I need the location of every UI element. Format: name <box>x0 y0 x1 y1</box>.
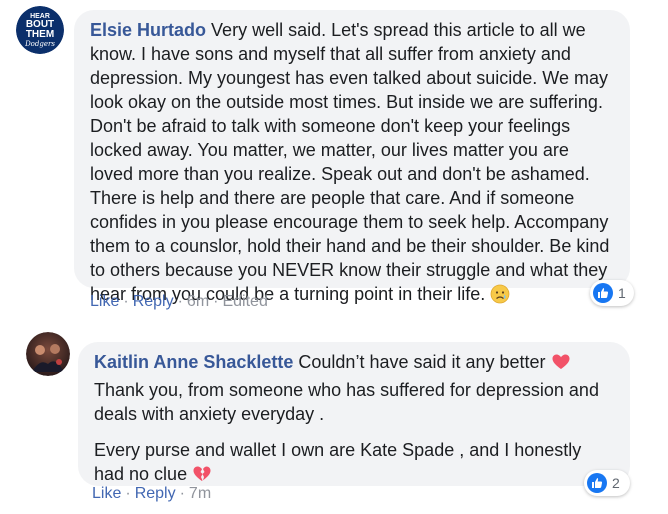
comment-bubble: Elsie Hurtado Very well said. Let's spre… <box>74 10 630 304</box>
avatar[interactable]: HEAR BOUT THEM Dodgers <box>16 6 64 54</box>
team-logo-icon: HEAR BOUT THEM Dodgers <box>16 6 64 54</box>
comment-bubble: Kaitlin Anne Shacklette Couldn’t have sa… <box>78 342 630 486</box>
timestamp[interactable]: 6m <box>187 293 209 310</box>
separator: · <box>177 293 183 310</box>
reaction-count[interactable]: 2 <box>584 470 630 496</box>
like-link[interactable]: Like <box>90 293 119 310</box>
separator: · <box>213 293 219 310</box>
like-link[interactable]: Like <box>92 485 121 502</box>
comment-body: Very well said. Let's spread this articl… <box>90 20 610 304</box>
avatar-text-4: Dodgers <box>24 40 55 48</box>
comment-first-line: Couldn’t have said it any better <box>298 352 546 372</box>
reply-link[interactable]: Reply <box>135 485 176 502</box>
comment-text-2: Every purse and wallet I own are Kate Sp… <box>94 438 614 490</box>
separator: · <box>179 485 185 502</box>
separator: · <box>123 293 129 310</box>
reaction-count-label: 1 <box>618 285 626 301</box>
reaction-count-label: 2 <box>612 475 620 491</box>
separator: · <box>125 485 131 502</box>
reaction-count[interactable]: 1 <box>590 280 634 306</box>
sad-tear-face-icon <box>490 284 510 310</box>
timestamp[interactable]: 7m <box>189 485 211 502</box>
edited-label[interactable]: Edited <box>222 293 267 310</box>
comment-body: Thank you, from someone who has suffered… <box>94 380 599 424</box>
comment-body-2: Every purse and wallet I own are Kate Sp… <box>94 440 582 484</box>
like-icon <box>587 473 607 493</box>
comment-author[interactable]: Kaitlin Anne Shacklette <box>94 352 293 372</box>
comment-text: Kaitlin Anne Shacklette Couldn’t have sa… <box>94 350 614 426</box>
profile-photo-icon <box>26 332 70 376</box>
comment-text: Elsie Hurtado Very well said. Let's spre… <box>90 18 614 310</box>
avatar[interactable] <box>26 332 70 376</box>
like-icon <box>593 283 613 303</box>
comment-kaitlin-anne-shacklette: Kaitlin Anne Shacklette Couldn’t have sa… <box>0 320 668 514</box>
heart-icon <box>551 352 571 378</box>
comment-actions: Like · Reply · 7m <box>92 485 211 503</box>
reply-link[interactable]: Reply <box>133 293 174 310</box>
comment-elsie-hurtado: HEAR BOUT THEM Dodgers Elsie Hurtado Ver… <box>0 0 668 320</box>
comment-author[interactable]: Elsie Hurtado <box>90 20 206 40</box>
avatar-text-3: THEM <box>26 29 54 40</box>
comment-actions: Like · Reply · 6m · Edited <box>90 293 268 311</box>
